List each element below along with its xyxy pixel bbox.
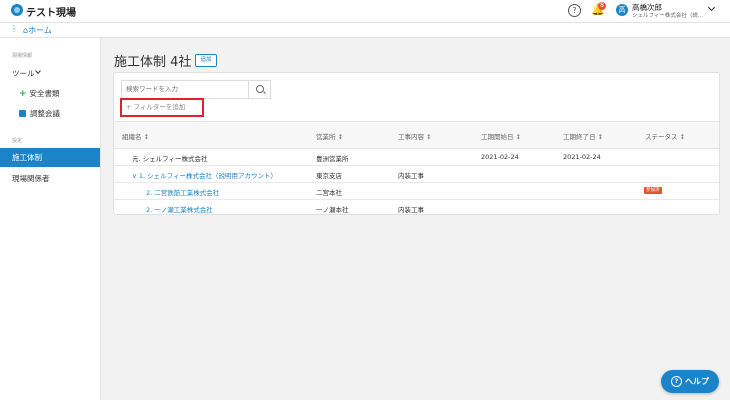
- search-icon: [256, 85, 264, 93]
- table-row: ∨ 1. シェルフィー株式会社（説明用アカウント） 東京支店 内装工事: [114, 166, 719, 183]
- more-menu-icon[interactable]: ⋮: [10, 24, 18, 33]
- column-header-start-date[interactable]: 工期開始日 ↕: [481, 131, 521, 141]
- org-name-link[interactable]: ∨ 1. シェルフィー株式会社（説明用アカウント）: [132, 170, 277, 180]
- user-menu-chevron-icon[interactable]: [707, 3, 716, 12]
- office-name: 豊洲営業所: [316, 155, 349, 163]
- column-header-organization[interactable]: 組織名 ↕: [122, 131, 149, 141]
- help-button-label: ヘルプ: [685, 377, 709, 386]
- search-input[interactable]: [126, 83, 236, 95]
- breadcrumb-home-label: ホーム: [28, 26, 52, 35]
- help-button[interactable]: ? ヘルプ: [661, 370, 719, 393]
- structure-card: + フィルターを追加 組織名 ↕ 営業所 ↕ 工事内容 ↕ 工期開始日 ↕ 工期…: [113, 72, 720, 215]
- office-name: 東京支店: [316, 172, 342, 180]
- table-row: 2. 一ノ瀬工業株式会社 一ノ瀬本社 内装工事: [114, 200, 719, 216]
- sidebar-section-settings: 設定: [12, 138, 23, 144]
- office-name: 二宮本社: [316, 189, 342, 197]
- sidebar-item-safety-docs[interactable]: + 安全書類: [19, 88, 60, 99]
- status-badge: 参加済: [644, 187, 662, 194]
- chevron-down-icon[interactable]: [35, 68, 41, 74]
- sidebar-item-site-members[interactable]: 現場関係者: [12, 173, 50, 184]
- meeting-icon: [19, 110, 26, 117]
- sidebar: 現場情報 ツール + 安全書類 調整会議 設定 施工体制 現場関係者: [0, 38, 101, 400]
- work-content: 内装工事: [398, 206, 424, 214]
- office-name: 一ノ瀬本社: [316, 206, 349, 214]
- sidebar-tools-toggle[interactable]: ツール: [12, 68, 35, 79]
- user-company[interactable]: シェルフィー株式会社（説...: [632, 11, 703, 19]
- end-date: 2021-02-24: [563, 153, 601, 161]
- breadcrumb: ⋮ ⌂ホーム: [0, 23, 730, 38]
- work-content: 内装工事: [398, 172, 424, 180]
- add-filter-button[interactable]: + フィルターを追加: [120, 98, 204, 117]
- table-row: 元. シェルフィー株式会社 豊洲営業所 2021-02-24 2021-02-2…: [114, 149, 719, 166]
- column-header-end-date[interactable]: 工期終了日 ↕: [563, 131, 603, 141]
- app-title[interactable]: テスト現場: [26, 4, 76, 19]
- user-avatar[interactable]: 高: [616, 4, 628, 16]
- page-title: 施工体制 4社: [114, 55, 192, 70]
- sidebar-item-label: 安全書類: [29, 89, 60, 98]
- notification-count-badge: 8: [598, 2, 606, 10]
- table-header: 組織名 ↕ 営業所 ↕ 工事内容 ↕ 工期開始日 ↕ 工期終了日 ↕ ステータス…: [114, 121, 719, 149]
- question-icon: ?: [671, 376, 682, 387]
- search-box: [121, 80, 271, 99]
- org-name: 元. シェルフィー株式会社: [132, 155, 208, 163]
- org-name-link[interactable]: 2. 二宮鉄筋工業株式会社: [146, 187, 219, 197]
- sidebar-item-label: 調整会議: [30, 109, 60, 118]
- sidebar-item-construction-structure[interactable]: 施工体制: [0, 148, 100, 167]
- sidebar-item-coordination-meeting[interactable]: 調整会議: [19, 108, 60, 119]
- column-header-office[interactable]: 営業所 ↕: [316, 131, 343, 141]
- app-logo-icon: [11, 4, 23, 16]
- plus-icon: +: [19, 89, 27, 99]
- column-header-work[interactable]: 工事内容 ↕: [398, 131, 432, 141]
- search-button[interactable]: [248, 81, 271, 98]
- column-header-status[interactable]: ステータス ↕: [645, 131, 685, 141]
- top-bar: テスト現場 ? 🔔 8 高 高橋次郎 シェルフィー株式会社（説...: [0, 0, 730, 23]
- add-button[interactable]: 追加: [195, 54, 217, 67]
- table-row: 2. 二宮鉄筋工業株式会社 二宮本社 参加済: [114, 183, 719, 200]
- org-name-link[interactable]: 2. 一ノ瀬工業株式会社: [146, 204, 213, 214]
- start-date: 2021-02-24: [481, 153, 519, 161]
- breadcrumb-home[interactable]: ⌂ホーム: [23, 25, 52, 36]
- sidebar-section-site-info: 現場情報: [12, 53, 33, 59]
- help-icon[interactable]: ?: [568, 4, 581, 17]
